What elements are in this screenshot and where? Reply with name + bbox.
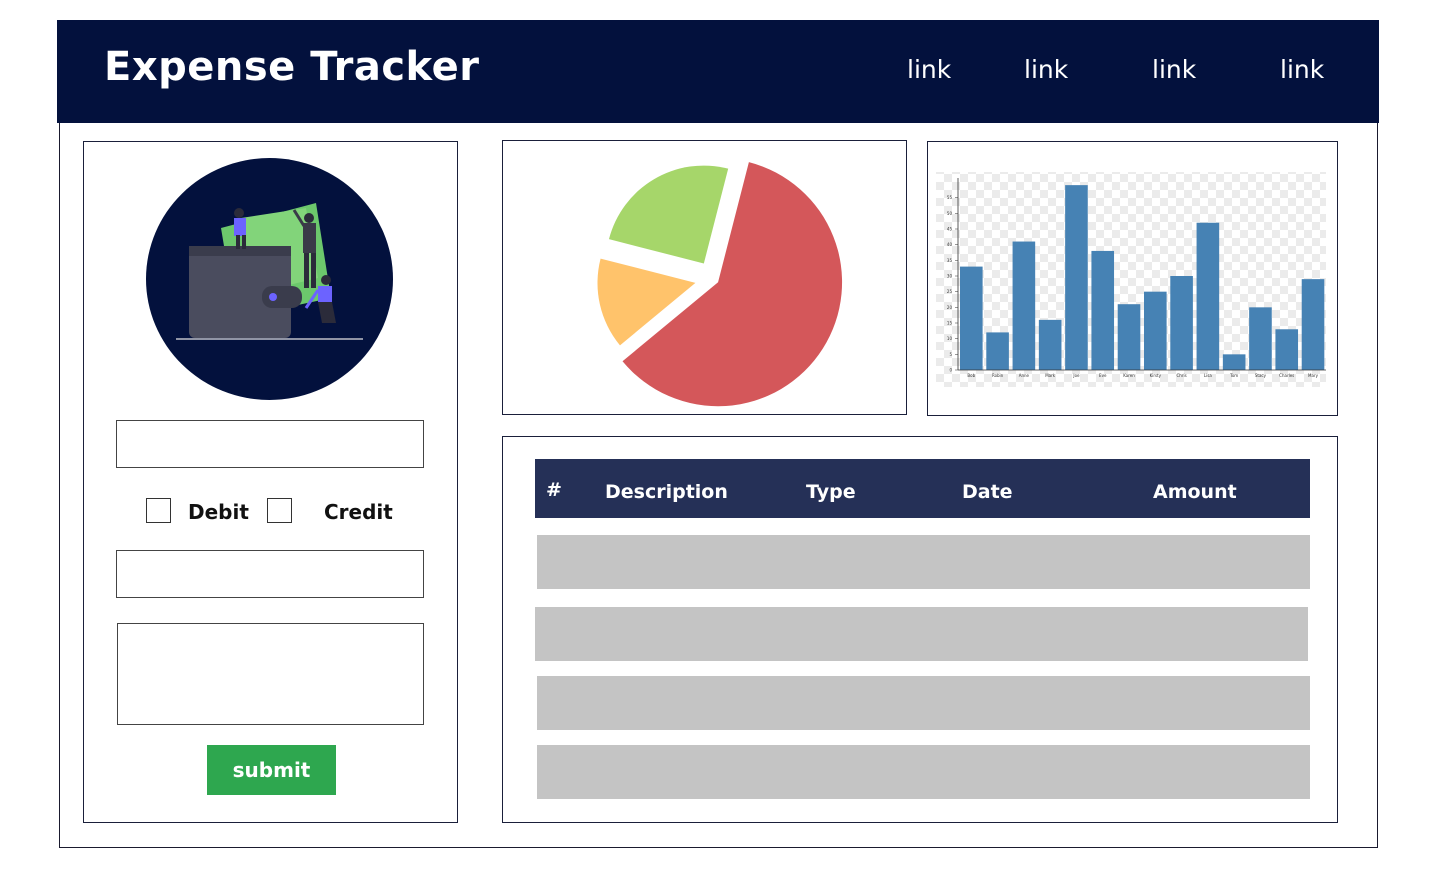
x-tick-label: Eve bbox=[1099, 373, 1107, 378]
date-input[interactable] bbox=[116, 550, 424, 598]
x-tick-label: Chris bbox=[1177, 373, 1187, 378]
y-tick-label: 40 bbox=[947, 242, 953, 247]
x-tick-label: Bob bbox=[967, 373, 975, 378]
bar-mark bbox=[1038, 319, 1062, 370]
x-tick-label: Anne bbox=[1019, 373, 1030, 378]
bar-bob bbox=[960, 266, 983, 370]
table-row[interactable] bbox=[537, 745, 1310, 799]
app-title: Expense Tracker bbox=[104, 44, 480, 90]
nav-link-2[interactable]: link bbox=[1024, 55, 1068, 84]
bar-chart-panel: 0 5 10 15 20 25 30 35 40 45 50 55 Bob Robin Anne Mark Jo… bbox=[927, 141, 1338, 416]
pie-slice-3 bbox=[608, 165, 729, 264]
debit-label: Debit bbox=[188, 500, 249, 524]
y-tick-label: 15 bbox=[947, 321, 953, 326]
x-tick-label: Mary bbox=[1308, 373, 1319, 378]
bar-chris bbox=[1170, 276, 1193, 370]
table-row[interactable] bbox=[535, 607, 1308, 661]
pie-chart bbox=[597, 162, 843, 407]
x-tick-label: Karen bbox=[1123, 373, 1135, 378]
y-tick-label: 30 bbox=[947, 274, 953, 279]
bar-mary bbox=[1301, 279, 1325, 370]
y-tick-label: 35 bbox=[947, 258, 953, 263]
bar-joe bbox=[1065, 185, 1088, 370]
wallet-illustration-icon bbox=[176, 203, 363, 340]
bar-karen bbox=[1117, 304, 1141, 370]
y-tick-label: 55 bbox=[947, 195, 953, 200]
table-row[interactable] bbox=[537, 676, 1310, 730]
bar-tom bbox=[1222, 354, 1246, 370]
bar-kirsty bbox=[1144, 291, 1167, 370]
x-tick-label: Mark bbox=[1045, 373, 1056, 378]
y-tick-label: 20 bbox=[947, 305, 953, 310]
col-amount: Amount bbox=[1153, 481, 1237, 503]
bar-robin bbox=[986, 332, 1009, 370]
bar-chart: 0510152025303540455055Bob Robin Anne Mark Jo… bbox=[936, 172, 1326, 387]
pie-chart-panel bbox=[502, 140, 907, 415]
y-tick-label: 25 bbox=[947, 289, 953, 294]
bar-eve bbox=[1091, 250, 1115, 370]
x-tick-label: Stacy bbox=[1255, 373, 1267, 378]
amount-input[interactable] bbox=[116, 420, 424, 468]
col-type: Type bbox=[806, 481, 856, 503]
x-tick-label: Lisa bbox=[1204, 373, 1212, 378]
debit-checkbox[interactable] bbox=[146, 498, 171, 523]
description-textarea[interactable] bbox=[117, 623, 424, 725]
nav-link-3[interactable]: link bbox=[1152, 55, 1196, 84]
bar-lisa bbox=[1196, 222, 1220, 370]
table-header: # Description Type Date Amount bbox=[535, 459, 1310, 518]
credit-checkbox[interactable] bbox=[267, 498, 292, 523]
nav-link-4[interactable]: link bbox=[1280, 55, 1324, 84]
col-description: Description bbox=[605, 481, 728, 503]
expense-form-panel: Debit Credit submit bbox=[83, 141, 458, 823]
top-navbar: Expense Tracker link link link link bbox=[57, 20, 1379, 123]
submit-button[interactable]: submit bbox=[207, 745, 336, 795]
x-tick-label: Charles bbox=[1279, 373, 1294, 378]
x-tick-label: Joe bbox=[1072, 373, 1080, 378]
nav-link-1[interactable]: link bbox=[907, 55, 951, 84]
x-tick-label: Tom bbox=[1229, 373, 1238, 378]
table-row[interactable] bbox=[537, 535, 1310, 589]
x-tick-label: Kirsty bbox=[1150, 373, 1162, 378]
transactions-table-panel: # Description Type Date Amount bbox=[502, 436, 1338, 823]
y-tick-label: 45 bbox=[947, 227, 953, 232]
col-number: # bbox=[546, 479, 562, 501]
y-tick-label: 50 bbox=[947, 211, 953, 216]
bar-charles bbox=[1275, 329, 1299, 370]
bar-anne bbox=[1012, 241, 1036, 370]
credit-label: Credit bbox=[324, 500, 393, 524]
wallet-money-illustration bbox=[146, 158, 393, 400]
bar-stacy bbox=[1249, 307, 1272, 370]
y-tick-label: 10 bbox=[947, 336, 953, 341]
col-date: Date bbox=[962, 481, 1013, 503]
x-tick-label: Robin bbox=[992, 373, 1004, 378]
